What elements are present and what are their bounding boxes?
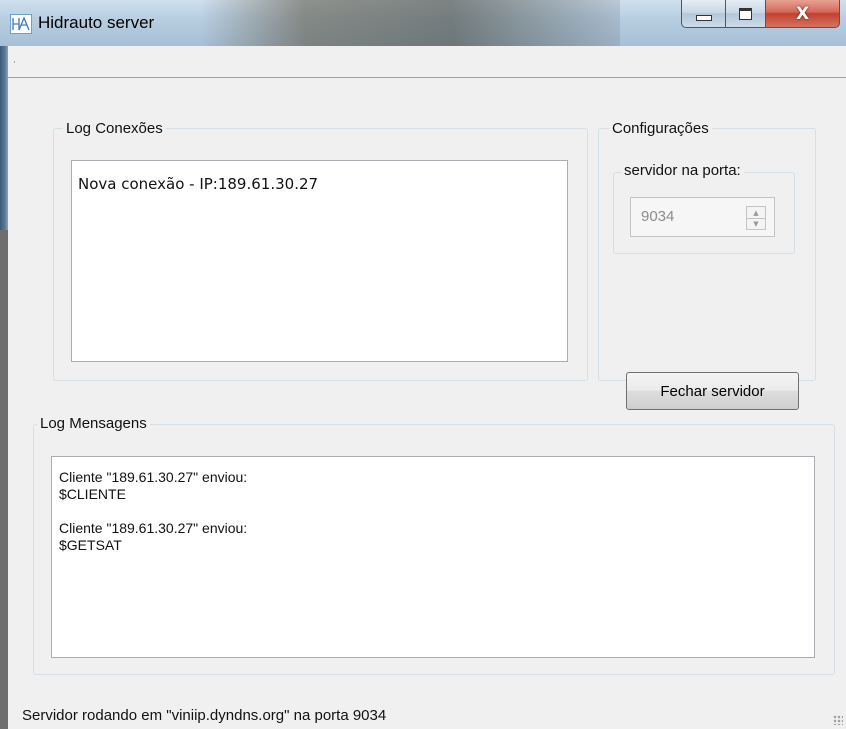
message-header: Cliente "189.61.30.27" enviou: — [59, 469, 248, 485]
connection-entry: Nova conexão - IP:189.61.30.27 — [78, 175, 319, 193]
title-bar-glass — [200, 0, 620, 46]
window-left-frame-shadow — [0, 230, 8, 729]
porta-group-title: servidor na porta: — [621, 162, 744, 179]
log-conexoes-title: Log Conexões — [63, 120, 166, 137]
message-body: $CLIENTE — [59, 486, 126, 502]
menu-bar-grip: · — [13, 58, 16, 68]
close-button[interactable]: X — [766, 0, 840, 28]
menu-bar: · — [8, 46, 846, 78]
maximize-button[interactable] — [726, 0, 766, 28]
fechar-servidor-button[interactable]: Fechar servidor — [626, 372, 799, 410]
window-title: Hidrauto server — [38, 13, 155, 32]
caption-buttons: X — [681, 0, 841, 30]
spin-buttons: ▲ ▼ — [746, 206, 766, 230]
log-conexoes-textarea[interactable]: Nova conexão - IP:189.61.30.27 — [71, 160, 568, 362]
configuracoes-title: Configurações — [609, 120, 712, 137]
app-icon[interactable] — [10, 14, 32, 34]
status-bar: Servidor rodando em "viniip.dyndns.org" … — [8, 696, 846, 729]
message-header: Cliente "189.61.30.27" enviou: — [59, 520, 248, 536]
spin-down-icon[interactable]: ▼ — [747, 218, 765, 229]
client-area: · Log Conexões Nova conexão - IP:189.61.… — [8, 46, 846, 729]
log-mensagens-textarea[interactable]: Cliente "189.61.30.27" enviou: $CLIENTE … — [51, 456, 815, 658]
maximize-icon — [739, 7, 752, 20]
message-lines: Cliente "189.61.30.27" enviou: $CLIENTE … — [59, 469, 247, 554]
resize-grip-icon[interactable] — [833, 715, 843, 725]
minimize-icon — [695, 14, 712, 21]
porta-value: 9034 — [641, 208, 675, 225]
close-icon: X — [795, 3, 810, 24]
message-body: $GETSAT — [59, 537, 122, 553]
porta-spinbox[interactable]: 9034 ▲ ▼ — [630, 197, 775, 237]
log-mensagens-title: Log Mensagens — [37, 415, 150, 432]
status-text: Servidor rodando em "viniip.dyndns.org" … — [22, 707, 387, 724]
title-bar[interactable]: Hidrauto server X — [0, 0, 846, 46]
minimize-button[interactable] — [681, 0, 726, 28]
